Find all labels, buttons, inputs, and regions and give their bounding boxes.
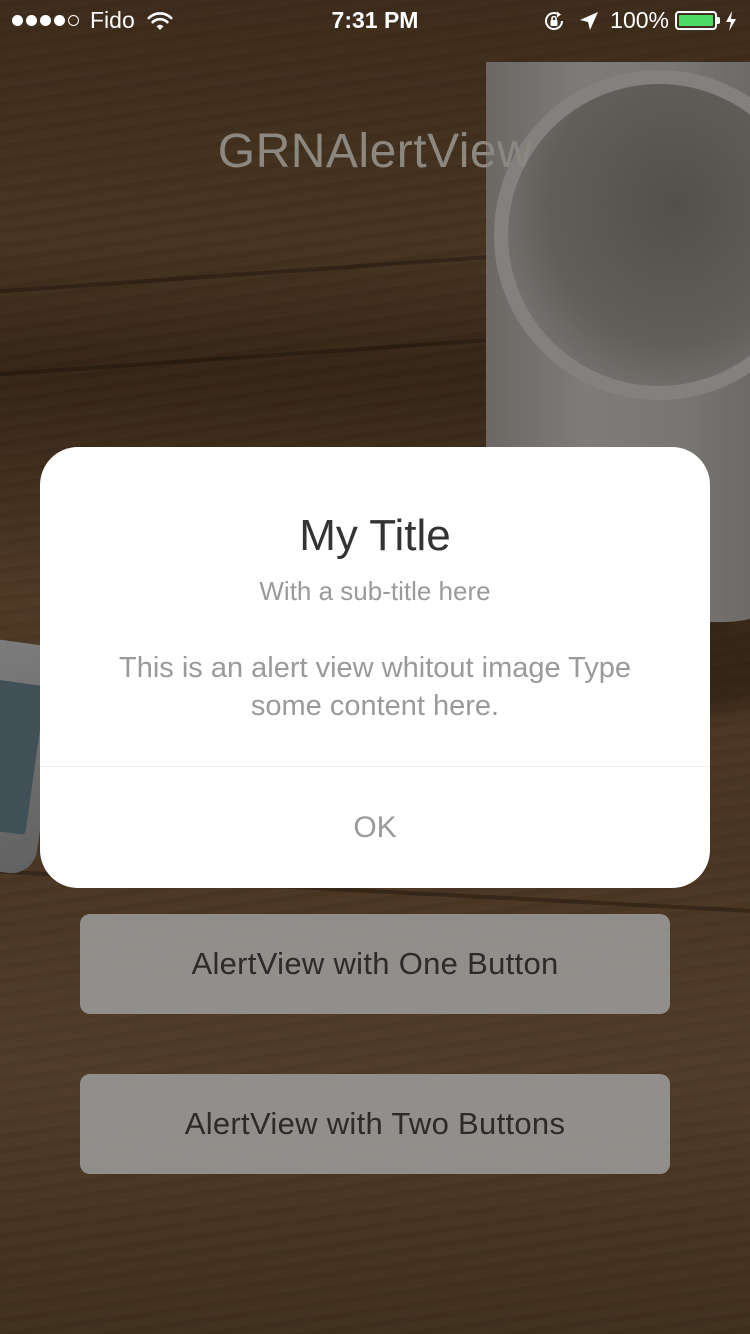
battery-percent: 100% xyxy=(610,7,669,33)
alert-title: My Title xyxy=(299,511,451,560)
alert-dialog: My Title With a sub-title here This is a… xyxy=(40,447,710,888)
app-title: GRNAlertView xyxy=(217,125,533,178)
alert-subtitle: With a sub-title here xyxy=(259,576,491,606)
battery-level-fill xyxy=(679,15,713,26)
alert-ok-button[interactable]: OK xyxy=(40,767,710,888)
alert-message: This is an alert view whitout image Type… xyxy=(118,652,632,722)
battery-icon xyxy=(675,11,717,30)
status-right: 100% xyxy=(542,7,738,34)
charging-bolt-icon xyxy=(726,10,736,31)
orientation-lock-icon xyxy=(545,11,564,30)
alertview-one-button[interactable]: AlertView with One Button xyxy=(80,914,670,1014)
battery-tip xyxy=(717,17,720,24)
location-arrow-icon xyxy=(580,11,599,30)
app-screen: Fido 7:31 PM 100% GRNAlertView AlertView… xyxy=(0,0,750,1334)
status-bar: Fido 7:31 PM 100% xyxy=(0,0,750,40)
alertview-two-buttons-button[interactable]: AlertView with Two Buttons xyxy=(80,1074,670,1174)
